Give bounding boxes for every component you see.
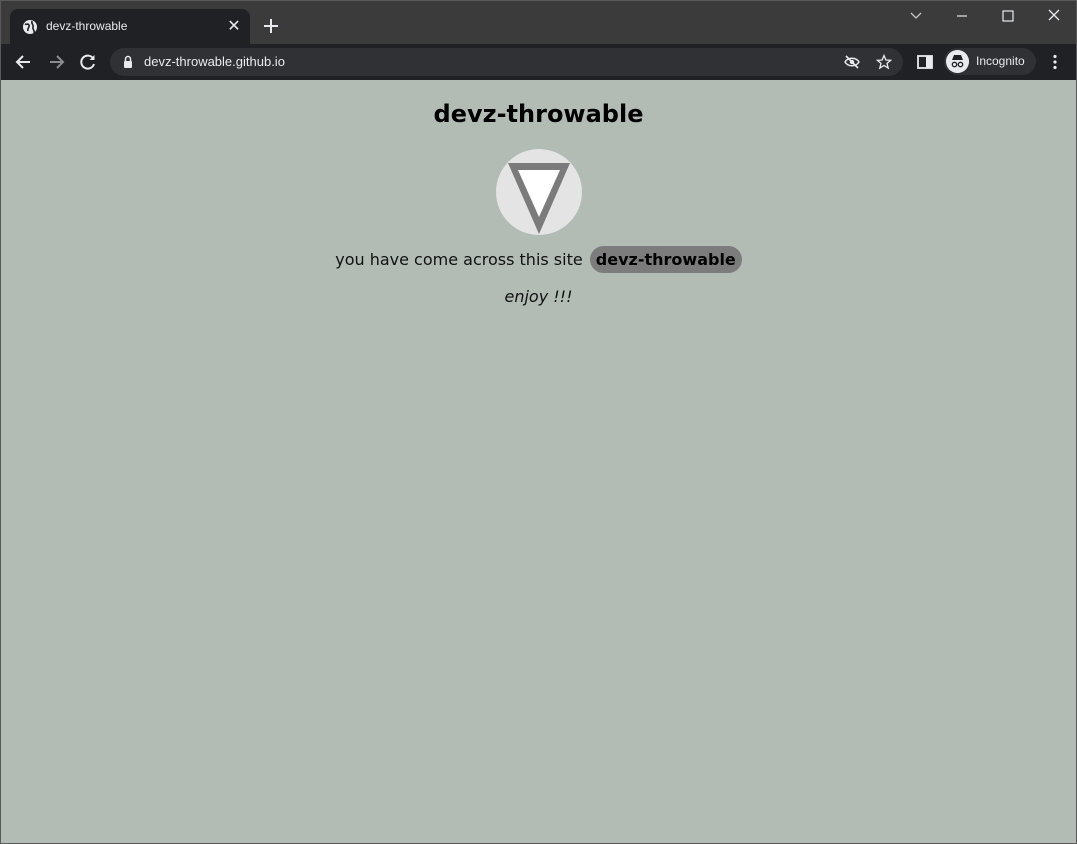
site-name-badge: devz-throwable xyxy=(589,246,742,273)
incognito-label: Incognito xyxy=(976,54,1025,68)
tab-close-icon[interactable]: ✕ xyxy=(224,17,244,37)
browser-window: devz-throwable ✕ devz-throwable.github.i… xyxy=(0,0,1077,844)
new-tab-icon[interactable] xyxy=(260,15,282,37)
url-text: devz-throwable.github.io xyxy=(144,54,285,69)
tab-strip: devz-throwable ✕ xyxy=(1,1,1076,44)
minimize-icon[interactable] xyxy=(951,7,973,25)
maximize-icon[interactable] xyxy=(997,7,1019,25)
lock-icon xyxy=(124,55,132,68)
intro-text: you have come across this site devz-thro… xyxy=(1,246,1076,273)
browser-toolbar: devz-throwable.github.io Incognito xyxy=(1,44,1076,80)
eye-slash-icon[interactable] xyxy=(844,54,860,70)
close-window-icon[interactable] xyxy=(1043,7,1065,25)
incognito-profile-button[interactable]: Incognito xyxy=(944,48,1036,75)
bookmark-star-icon[interactable] xyxy=(876,54,892,70)
more-menu-icon[interactable] xyxy=(1045,52,1065,72)
side-panel-icon[interactable] xyxy=(915,52,935,72)
page-content: devz-throwable you have come across this… xyxy=(1,80,1076,843)
tab-search-chevron-icon[interactable] xyxy=(905,7,927,25)
forward-arrow-icon[interactable] xyxy=(46,52,66,72)
tab-title: devz-throwable xyxy=(46,19,128,33)
back-arrow-icon[interactable] xyxy=(14,52,34,72)
globe-icon xyxy=(23,20,37,34)
site-logo xyxy=(496,149,582,235)
page-title: devz-throwable xyxy=(433,100,644,128)
address-bar[interactable]: devz-throwable.github.io xyxy=(110,48,903,76)
reload-icon[interactable] xyxy=(78,52,98,72)
browser-tab[interactable]: devz-throwable ✕ xyxy=(10,9,250,44)
intro-message: you have come across this site xyxy=(335,250,583,269)
enjoy-text: enjoy !!! xyxy=(504,287,573,306)
incognito-icon xyxy=(946,50,969,73)
